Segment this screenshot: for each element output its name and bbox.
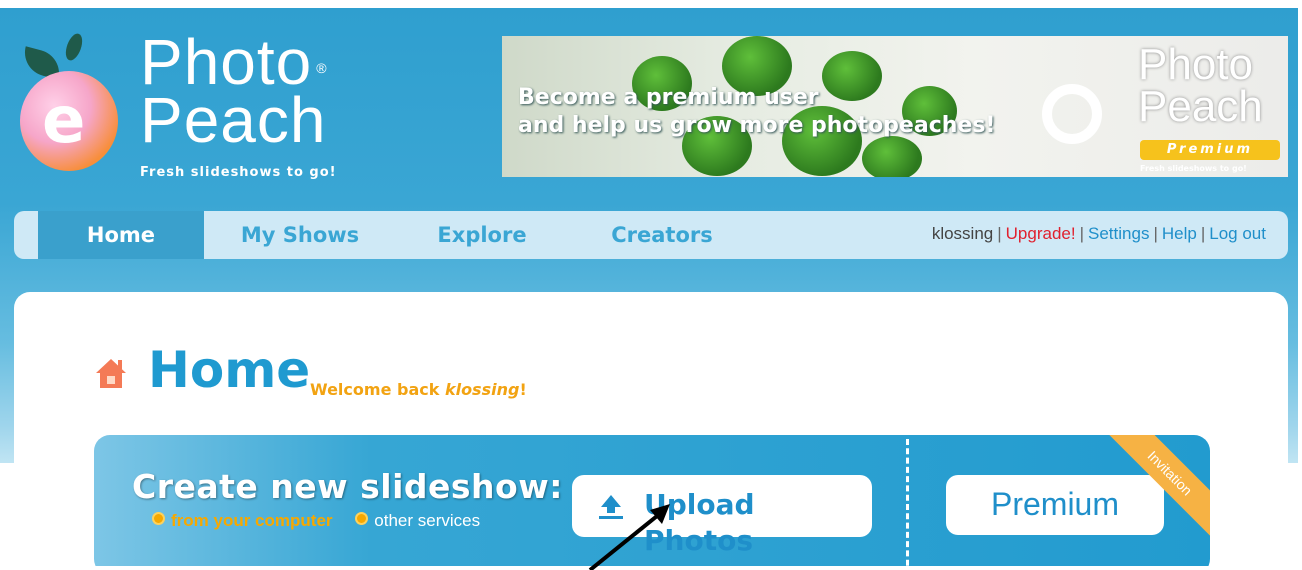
- source-other-label: other services: [374, 511, 481, 530]
- welcome-suffix: !: [519, 380, 527, 399]
- premium-button[interactable]: Premium: [946, 475, 1164, 535]
- banner-text: Become a premium user and help us grow m…: [518, 84, 995, 140]
- welcome-prefix: Welcome back: [310, 380, 440, 399]
- logo-tagline: Fresh slideshows to go!: [140, 165, 337, 180]
- banner-logo-tagline: Fresh slideshows to go!: [1140, 164, 1247, 173]
- logo-word-line2: Peach: [140, 84, 327, 156]
- radio-dot-icon: [152, 512, 165, 525]
- premium-label: Premium: [1140, 140, 1280, 160]
- create-heading: Create new slideshow:: [132, 467, 563, 506]
- tab-home[interactable]: Home: [38, 211, 204, 259]
- annotation-arrow-icon: [588, 504, 670, 570]
- banner-logo-line2: Peach: [1138, 82, 1263, 131]
- plant-leaf: [862, 136, 922, 177]
- banner-premium-logo: Photo Peach Premium Fresh slideshows to …: [1042, 40, 1282, 174]
- username[interactable]: klossing: [932, 224, 993, 243]
- photopeach-logo[interactable]: e Photo ® Peach Fresh slideshows to go!: [12, 30, 362, 183]
- help-link[interactable]: Help: [1162, 224, 1197, 243]
- registered-mark: ®: [316, 60, 328, 76]
- tab-creators[interactable]: Creators: [574, 211, 750, 259]
- logout-link[interactable]: Log out: [1209, 224, 1266, 243]
- banner-line1: Become a premium user: [518, 85, 819, 110]
- source-computer-option[interactable]: from your computer: [152, 511, 351, 530]
- source-computer-label: from your computer: [171, 511, 333, 530]
- leaf-icon: [62, 31, 86, 63]
- user-links: klossing | Upgrade! | Settings | Help | Log out: [931, 224, 1266, 243]
- source-options: from your computer other services: [152, 511, 480, 531]
- source-other-option[interactable]: other services: [355, 511, 480, 530]
- logo-wordmark: Photo ® Peach: [140, 30, 328, 152]
- banner-logo-line1: Photo: [1138, 40, 1253, 89]
- peach-icon: e: [20, 71, 118, 171]
- page-title: Home: [148, 341, 311, 399]
- premium-banner[interactable]: Become a premium user and help us grow m…: [502, 36, 1288, 177]
- banner-line2: and help us grow more photopeaches!: [518, 113, 996, 138]
- app-frame: e Photo ® Peach Fresh slideshows to go! B…: [0, 8, 1298, 566]
- tab-my-shows[interactable]: My Shows: [214, 211, 386, 259]
- peach-outline-icon: [1042, 84, 1102, 144]
- welcome-message: Welcome back klossing!: [310, 380, 527, 399]
- settings-link[interactable]: Settings: [1088, 224, 1149, 243]
- tab-explore[interactable]: Explore: [394, 211, 570, 259]
- home-icon: [96, 359, 126, 388]
- main-nav: Home My Shows Explore Creators klossing |…: [14, 211, 1288, 259]
- banner-logo-wordmark: Photo Peach: [1138, 40, 1263, 131]
- panel-divider: [906, 439, 909, 566]
- radio-dot-icon: [355, 512, 369, 525]
- upgrade-link[interactable]: Upgrade!: [1006, 224, 1076, 243]
- welcome-user: klossing: [444, 380, 520, 399]
